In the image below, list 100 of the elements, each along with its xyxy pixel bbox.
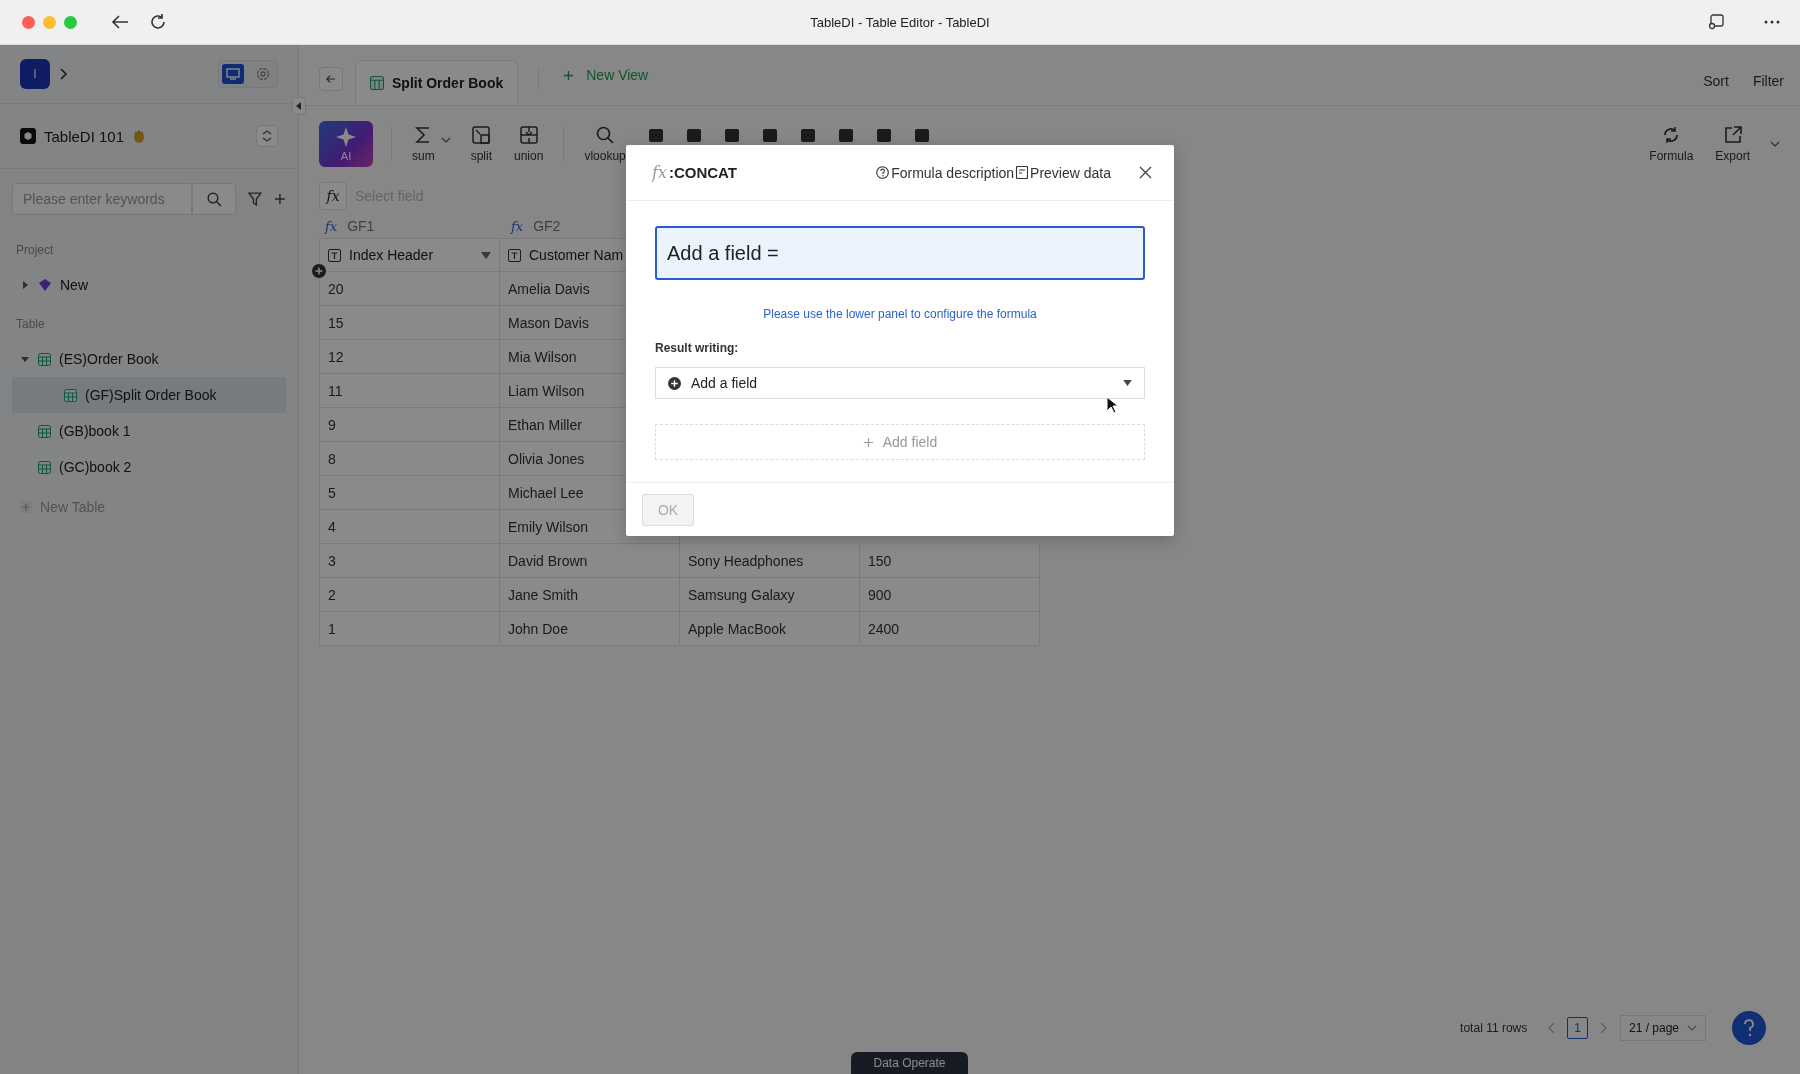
result-field-select[interactable]: Add a field [655,367,1145,399]
table-icon [38,460,51,474]
section-label: Table [15,316,46,333]
table-cell: 12 [320,340,500,373]
cube-icon [20,128,36,144]
dropdown-caret-icon[interactable] [1770,141,1780,147]
gem-icon [38,278,52,292]
header-action[interactable]: Sort [1703,73,1729,89]
caret-icon[interactable] [440,137,451,143]
table-cell: Sony Headphones [680,544,860,577]
caret-icon [1123,380,1132,386]
monitor-icon[interactable] [222,64,244,84]
table-cell: 9 [320,408,500,441]
table-item[interactable]: (GB)book 1 [12,413,286,449]
table-cell: 2400 [860,612,1040,645]
project-name[interactable]: TableDI 101 [44,127,125,145]
fx-label: fx [511,218,524,234]
hint-text: Please use the lower panel to configure the formula [762,307,1038,321]
table-cell: Jane Smith [500,578,680,611]
table-icon [64,388,77,402]
cursor-icon [1106,396,1118,414]
vlookup-tool-button[interactable]: vlookup [582,125,628,163]
formula-expression-field[interactable]: Add a field = [655,226,1145,280]
workspace-logo[interactable]: I [20,59,50,89]
reload-icon[interactable] [149,13,167,31]
selected-table-item[interactable]: (GF)Split Order Book [12,377,286,413]
clap-icon [132,128,147,144]
search-button[interactable] [191,183,237,215]
plus-icon [563,69,575,81]
table-cell: 15 [320,306,500,339]
text-field-icon [508,248,521,262]
table-cell: 5 [320,476,500,509]
table-icon [370,76,384,90]
screen-search-icon[interactable] [1708,14,1724,30]
table-cell: 8 [320,442,500,475]
table-cell: 11 [320,374,500,407]
table-cell: 150 [860,544,1040,577]
field-group-label: GF2 [533,218,561,234]
table-cell: Apple MacBook [680,612,860,645]
field-group-label: GF1 [347,218,375,234]
document-icon[interactable] [1016,166,1029,179]
export-tool-button[interactable]: Export [1713,125,1752,163]
union-tool-button[interactable]: union [512,125,546,163]
plus-icon[interactable] [274,193,286,205]
section-label: Project [15,242,55,259]
table-icon [38,352,51,366]
table-cell: 2 [320,578,500,611]
table-item[interactable]: (ES)Order Book [12,341,286,377]
fx-label: fx [652,163,667,182]
table-cell: 3 [320,544,500,577]
sparkle-icon [335,126,357,148]
fx-button[interactable]: fx [319,182,347,210]
formula-tool-button[interactable]: Formula [1647,125,1696,163]
sum-tool-button[interactable]: sum [410,125,437,163]
header-action[interactable]: Filter [1752,73,1784,89]
dialog-title: :CONCAT [668,164,737,181]
text-field-icon [328,248,341,262]
chevron-down-icon [1687,1025,1697,1031]
plus-circle-icon [668,376,681,390]
view-tab[interactable]: Split Order Book [355,60,519,105]
more-icon[interactable] [1764,20,1780,24]
table-cell: 900 [860,578,1040,611]
table-cell: Samsung Galaxy [680,578,860,611]
page-size-select[interactable]: 21 / page [1619,1015,1706,1041]
plus-icon [862,436,874,448]
split-icon [471,125,492,145]
filter-icon[interactable] [248,192,263,206]
table-cell: David Brown [500,544,680,577]
help-icon[interactable] [876,166,890,179]
data-operate-tab[interactable]: Data Operate [851,1052,968,1074]
caret-icon[interactable] [20,280,30,290]
ai-button[interactable]: AI [319,121,373,167]
caret-icon[interactable] [20,354,30,364]
add-field-button[interactable]: Add field [655,424,1145,460]
arrow-left-icon [326,74,336,84]
chevron-right-icon[interactable] [60,68,68,80]
window-title: TableDI - Table Editor - TableDI [810,14,990,30]
row-count: total 11 rows [1460,1021,1528,1035]
table-cell: 1 [320,612,500,645]
add-row-icon[interactable] [312,264,326,278]
dialog-link[interactable]: Formula description [891,164,1015,181]
table-cell: 20 [320,272,500,305]
table-cell: John Doe [500,612,680,645]
dialog-link[interactable]: Preview data [1030,164,1111,181]
project-item[interactable]: New [60,277,88,293]
close-icon[interactable] [1139,166,1152,179]
table-item[interactable]: (GC)book 2 [12,449,286,485]
close-window-icon[interactable] [22,15,35,29]
collapse-sidebar-icon[interactable] [292,97,306,115]
split-tool-button[interactable]: split [468,125,494,163]
table-icon [38,424,51,438]
page-number[interactable]: 1 [1567,1017,1588,1039]
expand-collapse-icon[interactable] [256,125,278,147]
union-icon [518,125,539,145]
table-cell: 4 [320,510,500,543]
search-icon [595,125,616,145]
search-icon [206,191,222,207]
caret-icon[interactable] [481,251,491,259]
back-icon[interactable] [111,14,129,30]
export-icon [1722,125,1743,145]
